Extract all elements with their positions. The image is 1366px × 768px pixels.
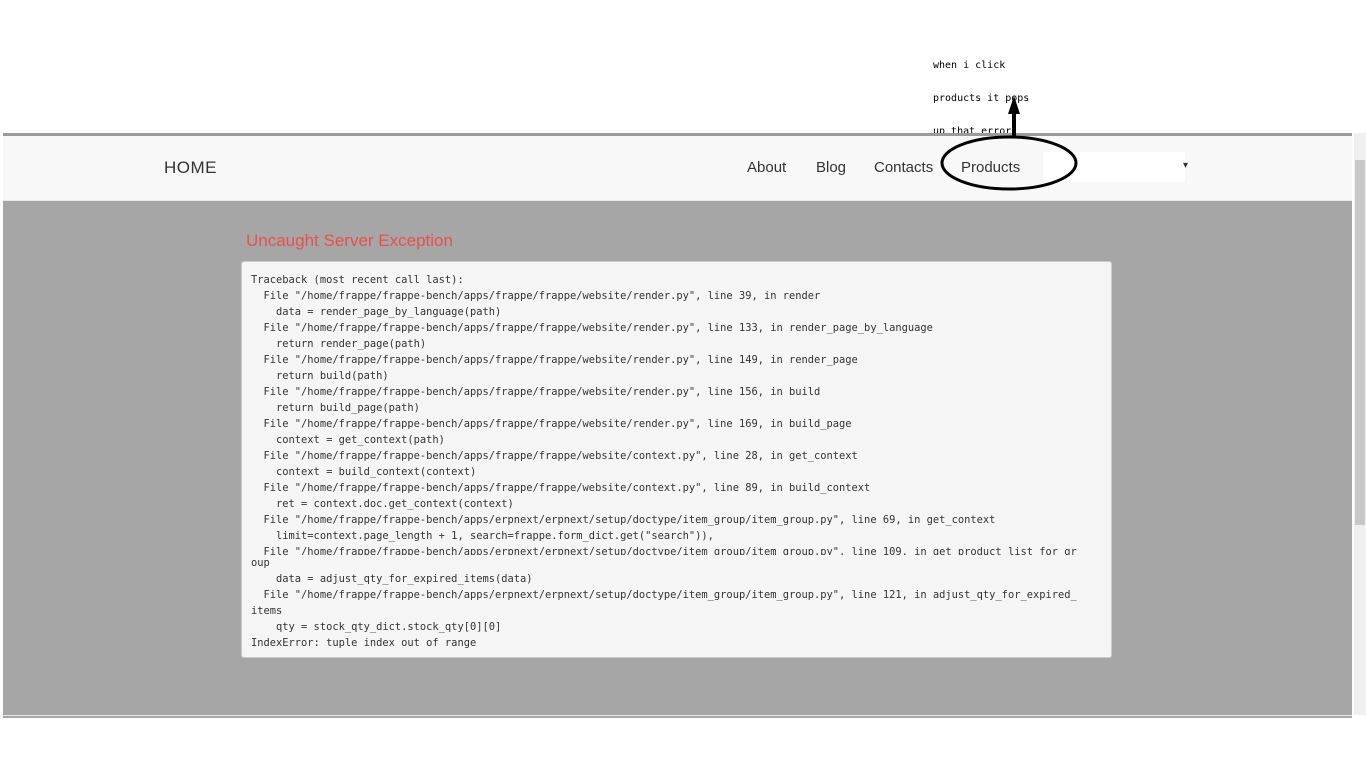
browser-viewport: HOME About Blog Contacts Products ▾ Unca… (3, 133, 1352, 718)
traceback-line: File "/home/frappe/frappe-bench/apps/fra… (251, 482, 871, 494)
traceback-line: oup (251, 557, 270, 569)
traceback-line: File "/home/frappe/frappe-bench/apps/erp… (251, 589, 1077, 601)
traceback-line: Traceback (most recent call last): (251, 274, 464, 286)
dropdown-caret-icon[interactable]: ▾ (1183, 160, 1188, 171)
nav-item-blog[interactable]: Blog (816, 159, 846, 176)
scrollbar-thumb[interactable] (1355, 160, 1365, 525)
traceback-line: return build(path) (251, 370, 389, 382)
traceback-line: File "/home/frappe/frappe-bench/apps/fra… (251, 418, 852, 430)
traceback-line: File "/home/frappe/frappe-bench/apps/fra… (251, 450, 858, 462)
annotation-line: when i click (933, 60, 1006, 71)
screenshot: when i click products it pops up that er… (0, 0, 1366, 768)
traceback-line: context = build_context(context) (251, 466, 477, 478)
traceback-line: return build_page(path) (251, 402, 420, 414)
nav-item-products[interactable]: Products (961, 159, 1020, 176)
traceback-line: File "/home/frappe/frappe-bench/apps/fra… (251, 354, 858, 366)
traceback-box: Traceback (most recent call last): File … (241, 261, 1112, 658)
search-input[interactable] (1043, 152, 1185, 182)
traceback-line: data = adjust_qty_for_expired_items(data… (251, 573, 533, 585)
page-bottom-divider (3, 715, 1352, 716)
nav-item-contacts[interactable]: Contacts (874, 159, 933, 176)
brand-home-link[interactable]: HOME (164, 158, 217, 178)
annotation-line: products it pops (933, 93, 1030, 104)
nav-item-about[interactable]: About (747, 159, 786, 176)
traceback-line: File "/home/frappe/frappe-bench/apps/erp… (251, 514, 996, 526)
traceback-line: File "/home/frappe/frappe-bench/apps/fra… (251, 290, 821, 302)
traceback-line: qty = stock_qty_dict.stock_qty[0][0] (251, 621, 502, 633)
traceback-line: context = get_context(path) (251, 434, 445, 446)
traceback-line: limit=context.page_length + 1, search=fr… (251, 530, 714, 542)
traceback-line: return render_page(path) (251, 338, 427, 350)
navbar: HOME About Blog Contacts Products ▾ (3, 136, 1352, 201)
traceback-line: File "/home/frappe/frappe-bench/apps/erp… (251, 546, 1077, 555)
traceback-line: items (251, 605, 283, 617)
traceback-line: File "/home/frappe/frappe-bench/apps/fra… (251, 386, 821, 398)
traceback-line: ret = context.doc.get_context(context) (251, 498, 514, 510)
traceback-line: IndexError: tuple index out of range (251, 637, 477, 649)
traceback-line: data = render_page_by_language(path) (251, 306, 502, 318)
traceback-line: File "/home/frappe/frappe-bench/apps/fra… (251, 322, 933, 334)
error-title: Uncaught Server Exception (246, 231, 453, 250)
